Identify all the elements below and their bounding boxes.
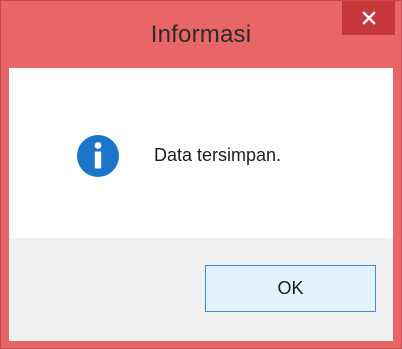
ok-button[interactable]: OK [205, 265, 376, 312]
close-icon [361, 11, 376, 25]
dialog-body: Data tersimpan. OK [9, 68, 393, 341]
window-title: Informasi [150, 21, 252, 48]
message-area: Data tersimpan. [9, 68, 393, 238]
dialog-window: Informasi Data tersimpan. OK [0, 0, 402, 349]
close-button[interactable] [342, 1, 395, 35]
info-icon [76, 134, 120, 178]
title-bar[interactable]: Informasi [1, 1, 401, 68]
dialog-message: Data tersimpan. [154, 145, 282, 165]
